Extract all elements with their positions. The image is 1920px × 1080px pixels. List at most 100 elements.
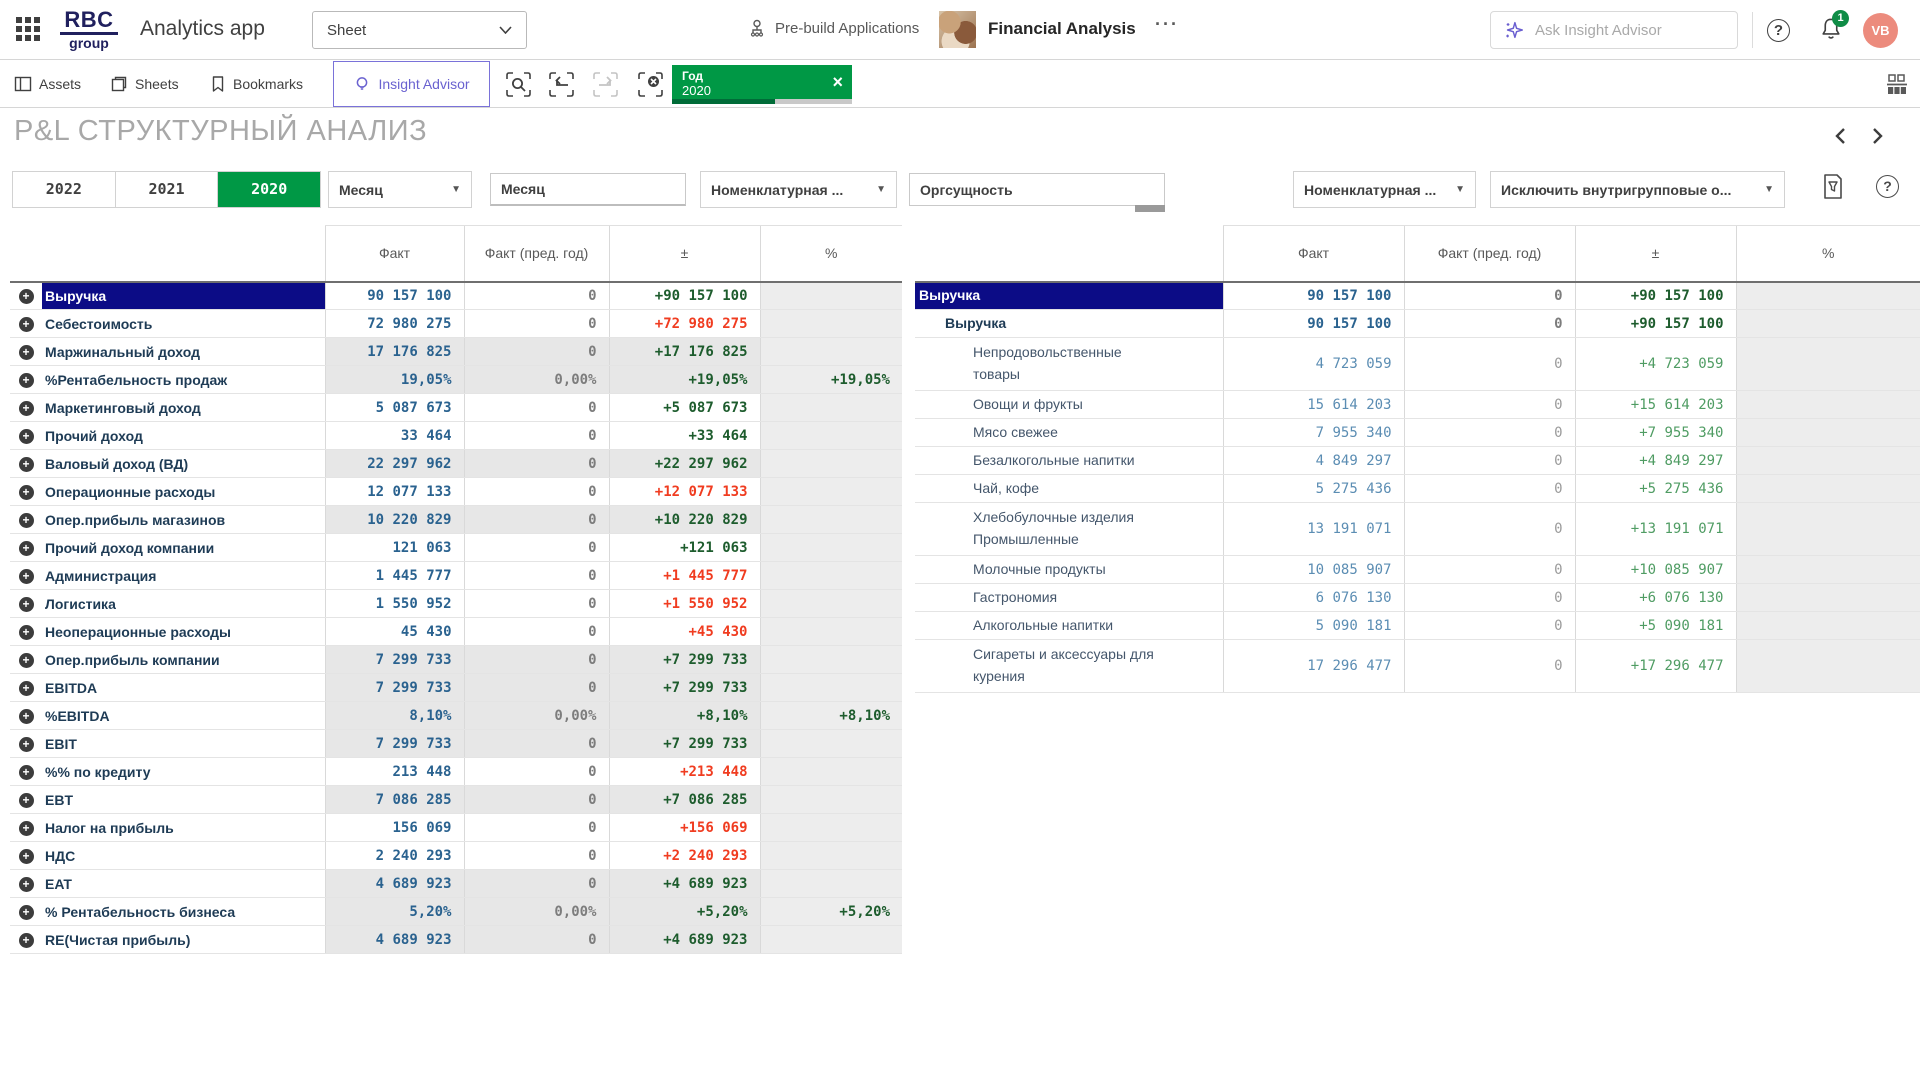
- scrollbar-thumb[interactable]: [1135, 205, 1165, 212]
- insight-advisor-button[interactable]: Insight Advisor: [333, 61, 490, 107]
- expand-row-icon[interactable]: +: [19, 625, 34, 640]
- expand-row-icon[interactable]: +: [19, 513, 34, 528]
- bookmarks-tab[interactable]: Bookmarks: [210, 61, 303, 107]
- org-entity-input[interactable]: Оргсущность: [909, 173, 1165, 206]
- row-label[interactable]: Непродовольственные товары: [915, 338, 1223, 391]
- row-label[interactable]: EBIT: [42, 730, 325, 758]
- row-label[interactable]: Безалкогольные напитки: [915, 447, 1223, 475]
- smart-search-icon[interactable]: [505, 71, 532, 98]
- row-label[interactable]: Опер.прибыль магазинов: [42, 506, 325, 534]
- app-thumbnail[interactable]: [939, 11, 976, 48]
- row-label[interactable]: НДС: [42, 842, 325, 870]
- year-button-2021[interactable]: 2021: [115, 172, 218, 207]
- filter-document-icon[interactable]: [1820, 172, 1846, 202]
- expand-row-icon[interactable]: +: [19, 429, 34, 444]
- clear-selections-icon[interactable]: [637, 71, 664, 98]
- help-icon[interactable]: ?: [1767, 19, 1790, 42]
- year-button-2020[interactable]: 2020: [217, 172, 320, 207]
- column-header-fact-prev[interactable]: Факт (пред. год): [1404, 226, 1575, 282]
- step-back-icon[interactable]: [548, 71, 575, 98]
- row-label[interactable]: RE(Чистая прибыль): [42, 926, 325, 954]
- row-label[interactable]: %EBITDA: [42, 702, 325, 730]
- nomenclature-dropdown-right[interactable]: Номенклатурная ... ▼: [1293, 171, 1476, 208]
- prebuild-applications-link[interactable]: Pre-build Applications: [747, 18, 919, 38]
- row-label[interactable]: Опер.прибыль компании: [42, 646, 325, 674]
- expand-row-icon[interactable]: +: [19, 317, 34, 332]
- row-label[interactable]: Алкогольные напитки: [915, 612, 1223, 640]
- row-label[interactable]: Маркетинговый доход: [42, 394, 325, 422]
- expand-row-icon[interactable]: +: [19, 709, 34, 724]
- row-label[interactable]: Прочий доход: [42, 422, 325, 450]
- expand-row-icon[interactable]: +: [19, 345, 34, 360]
- expand-row-icon[interactable]: +: [19, 457, 34, 472]
- expand-row-icon[interactable]: +: [19, 681, 34, 696]
- user-avatar[interactable]: VB: [1863, 13, 1898, 48]
- notifications-bell-icon[interactable]: 1: [1818, 16, 1848, 46]
- sheets-tab[interactable]: Sheets: [110, 61, 179, 107]
- row-label[interactable]: Администрация: [42, 562, 325, 590]
- expand-row-icon[interactable]: +: [19, 653, 34, 668]
- row-label[interactable]: Гастрономия: [915, 584, 1223, 612]
- nomenclature-dropdown-left[interactable]: Номенклатурная ... ▼: [700, 171, 897, 208]
- column-header-delta[interactable]: ±: [609, 226, 760, 282]
- current-app-name[interactable]: Financial Analysis: [988, 19, 1136, 39]
- row-label[interactable]: Хлебобулочные изделия Промышленные: [915, 503, 1223, 556]
- ask-insight-advisor-input[interactable]: Ask Insight Advisor: [1490, 11, 1738, 49]
- row-label[interactable]: Молочные продукты: [915, 556, 1223, 584]
- next-sheet-icon[interactable]: [1868, 126, 1886, 146]
- exclude-intragroup-dropdown[interactable]: Исключить внутригрупповые о... ▼: [1490, 171, 1785, 208]
- row-label[interactable]: Прочий доход компании: [42, 534, 325, 562]
- app-launcher-icon[interactable]: [16, 17, 42, 43]
- expand-row-icon[interactable]: +: [19, 877, 34, 892]
- expand-row-icon[interactable]: +: [19, 373, 34, 388]
- expand-row-icon[interactable]: +: [19, 737, 34, 752]
- row-label[interactable]: Овощи и фрукты: [915, 391, 1223, 419]
- row-label[interactable]: Валовый доход (ВД): [42, 450, 325, 478]
- month-filter-input[interactable]: Месяц: [490, 173, 686, 206]
- expand-row-icon[interactable]: +: [19, 597, 34, 612]
- row-label[interactable]: EBITDA: [42, 674, 325, 702]
- row-label[interactable]: Неоперационные расходы: [42, 618, 325, 646]
- row-label[interactable]: Операционные расходы: [42, 478, 325, 506]
- row-label[interactable]: % Рентабельность бизнеса: [42, 898, 325, 926]
- step-forward-icon[interactable]: [592, 71, 619, 98]
- selection-chip-year[interactable]: Год 2020 ×: [672, 65, 852, 104]
- expand-row-icon[interactable]: +: [19, 485, 34, 500]
- expand-row-icon[interactable]: +: [19, 933, 34, 948]
- row-label[interactable]: Выручка: [42, 282, 325, 310]
- remove-selection-icon[interactable]: ×: [832, 73, 843, 91]
- sheet-grid-icon[interactable]: [1884, 72, 1910, 98]
- assets-tab[interactable]: Assets: [14, 61, 81, 107]
- expand-row-icon[interactable]: +: [19, 541, 34, 556]
- row-label[interactable]: %Рентабельность продаж: [42, 366, 325, 394]
- expand-row-icon[interactable]: +: [19, 569, 34, 584]
- column-header-fact[interactable]: Факт: [325, 226, 464, 282]
- sheet-selector-dropdown[interactable]: Sheet: [312, 11, 527, 49]
- help-icon-secondary[interactable]: ?: [1876, 175, 1899, 198]
- expand-row-icon[interactable]: +: [19, 289, 34, 304]
- prev-sheet-icon[interactable]: [1832, 126, 1850, 146]
- row-label[interactable]: Выручка: [915, 282, 1223, 310]
- row-label[interactable]: Чай, кофе: [915, 475, 1223, 503]
- row-label[interactable]: EAT: [42, 870, 325, 898]
- year-button-2022[interactable]: 2022: [13, 172, 115, 207]
- expand-row-icon[interactable]: +: [19, 905, 34, 920]
- column-header-fact[interactable]: Факт: [1223, 226, 1404, 282]
- column-header-delta[interactable]: ±: [1575, 226, 1736, 282]
- more-options-icon[interactable]: ···: [1155, 14, 1179, 35]
- row-label[interactable]: Маржинальный доход: [42, 338, 325, 366]
- expand-row-icon[interactable]: +: [19, 821, 34, 836]
- row-label[interactable]: %% по кредиту: [42, 758, 325, 786]
- column-header-fact-prev[interactable]: Факт (пред. год): [464, 226, 609, 282]
- row-label[interactable]: Выручка: [915, 310, 1223, 338]
- row-label[interactable]: Логистика: [42, 590, 325, 618]
- month-dropdown[interactable]: Месяц ▼: [328, 171, 472, 208]
- column-header-percent[interactable]: %: [760, 226, 902, 282]
- column-header-percent[interactable]: %: [1736, 226, 1920, 282]
- row-label[interactable]: Себестоимость: [42, 310, 325, 338]
- expand-row-icon[interactable]: +: [19, 765, 34, 780]
- expand-row-icon[interactable]: +: [19, 793, 34, 808]
- expand-row-icon[interactable]: +: [19, 401, 34, 416]
- row-label[interactable]: EBT: [42, 786, 325, 814]
- expand-row-icon[interactable]: +: [19, 849, 34, 864]
